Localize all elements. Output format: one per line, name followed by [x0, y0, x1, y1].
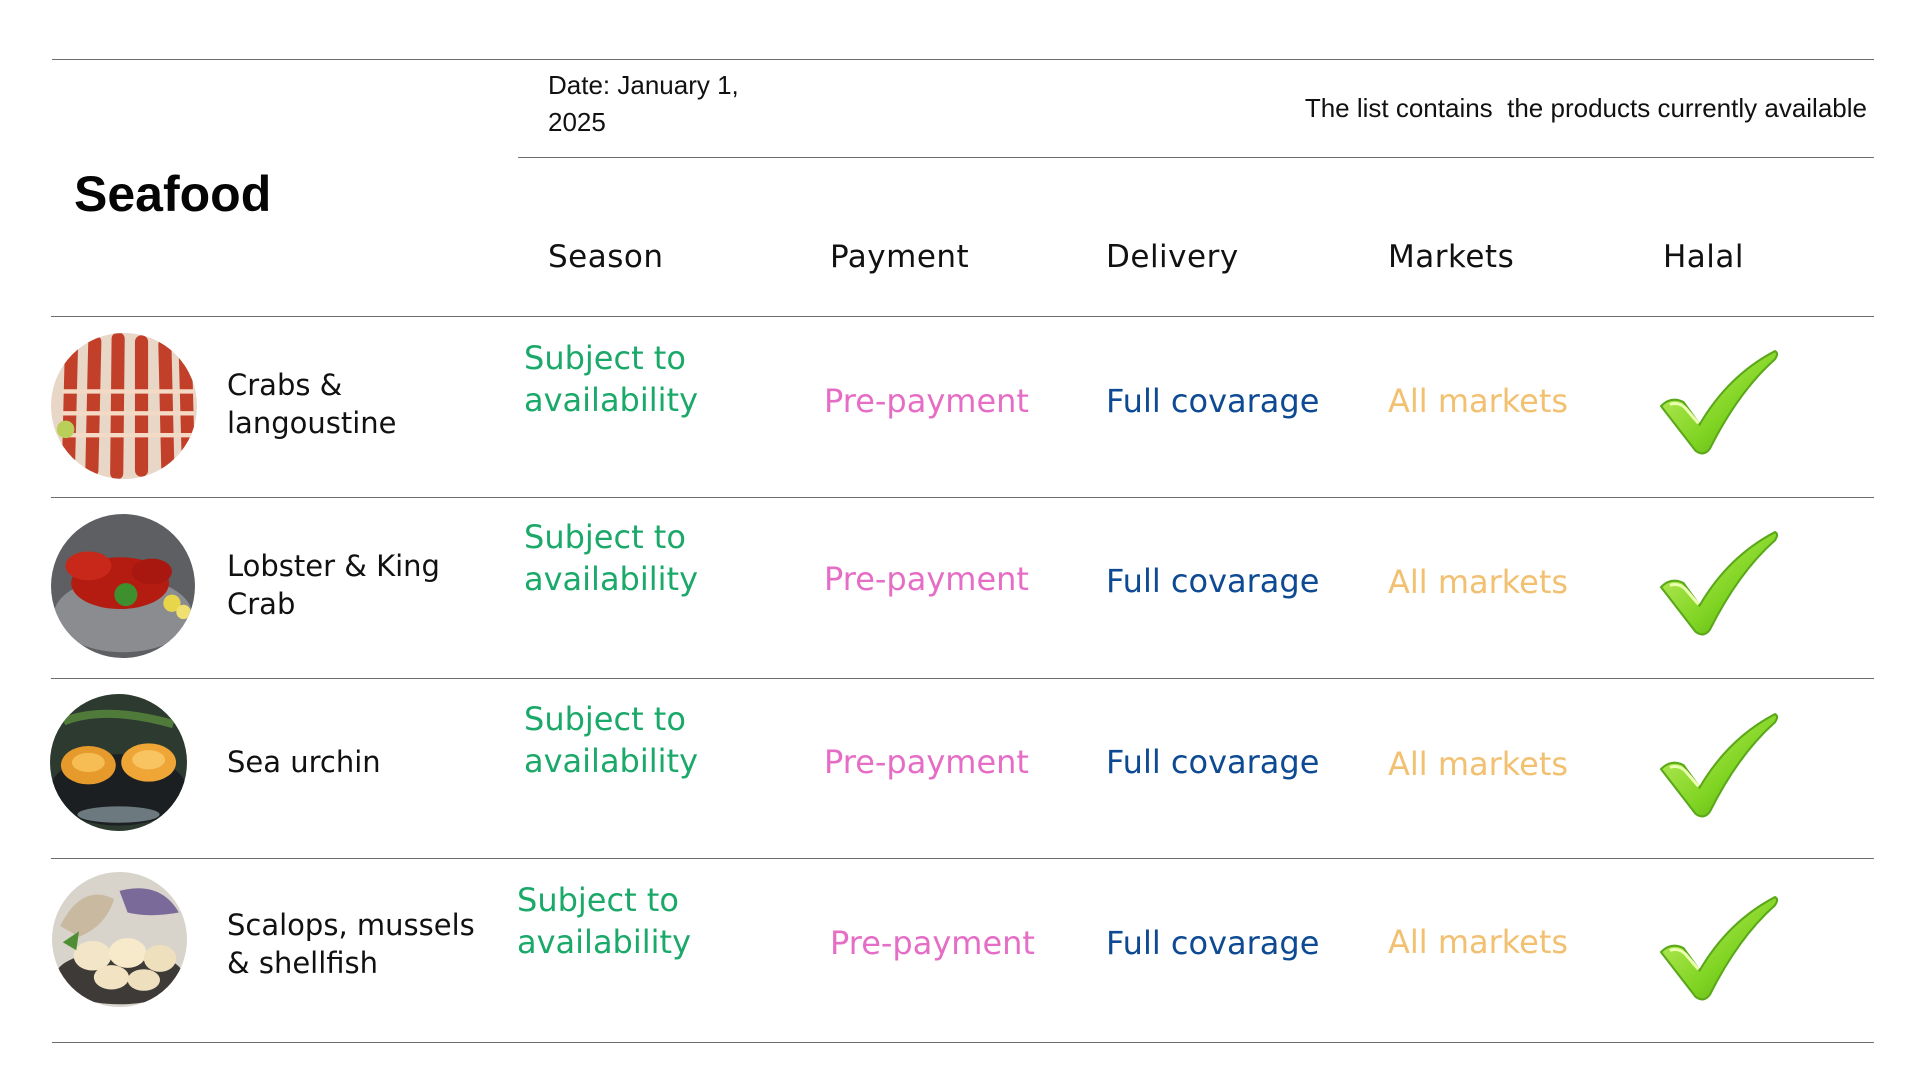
markets-value: All markets: [1388, 745, 1569, 783]
season-value: Subject to availability: [517, 881, 692, 961]
availability-note: The list contains the products currently…: [1304, 93, 1867, 123]
page-title: Seafood: [74, 166, 272, 222]
payment-value: Pre-payment: [824, 743, 1029, 781]
season-value: Subject to availability: [524, 339, 699, 419]
table-row: Sea urchin Subject to availability Pre-p…: [0, 679, 1920, 859]
delivery-value: Full covarage: [1106, 382, 1320, 420]
markets-value: All markets: [1388, 382, 1569, 420]
column-header-payment: Payment: [830, 239, 970, 275]
date-label: Date: January 1, 2025: [548, 70, 739, 137]
scallops-photo: [52, 872, 187, 1007]
header-rule: [518, 157, 1874, 158]
payment-value: Pre-payment: [830, 924, 1035, 962]
product-name: Crabs & langoustine: [227, 368, 397, 440]
langoustine-photo: [51, 333, 197, 479]
product-name: Sea urchin: [227, 745, 381, 779]
top-rule: [52, 59, 1874, 60]
product-name: Scalops, mussels & shellfish: [227, 908, 475, 980]
column-header-season: Season: [548, 239, 664, 275]
halal-check-icon: [1656, 710, 1780, 822]
column-header-markets: Markets: [1388, 239, 1515, 275]
season-value: Subject to availability: [524, 518, 699, 598]
season-value: Subject to availability: [524, 700, 699, 780]
markets-value: All markets: [1388, 563, 1569, 601]
bottom-rule: [52, 1042, 1874, 1043]
delivery-value: Full covarage: [1106, 562, 1320, 600]
table-row: Scalops, mussels & shellfish Subject to …: [0, 859, 1920, 1039]
table-row: Crabs & langoustine Subject to availabil…: [0, 317, 1920, 497]
column-header-halal: Halal: [1663, 239, 1745, 275]
delivery-value: Full covarage: [1106, 743, 1320, 781]
delivery-value: Full covarage: [1106, 924, 1320, 962]
halal-check-icon: [1656, 893, 1780, 1005]
sea-urchin-photo: [50, 694, 187, 831]
markets-value: All markets: [1388, 923, 1569, 961]
column-header-delivery: Delivery: [1106, 239, 1239, 275]
payment-value: Pre-payment: [824, 382, 1029, 420]
table-row: Lobster & King Crab Subject to availabil…: [0, 498, 1920, 678]
product-name: Lobster & King Crab: [227, 549, 440, 621]
payment-value: Pre-payment: [824, 560, 1029, 598]
halal-check-icon: [1656, 528, 1780, 640]
lobster-photo: [51, 514, 195, 658]
halal-check-icon: [1656, 347, 1780, 459]
